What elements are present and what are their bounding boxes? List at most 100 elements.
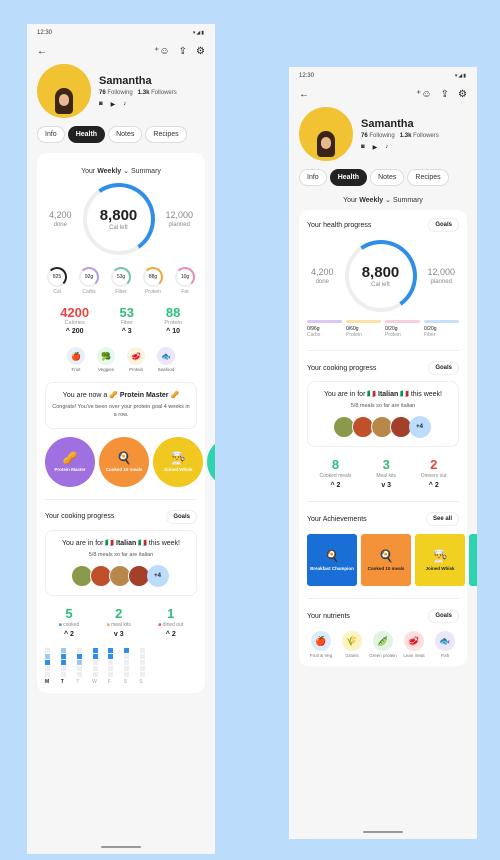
macro-bar-track: [346, 320, 381, 323]
tab-health[interactable]: Health: [67, 126, 106, 143]
back-arrow-icon[interactable]: ←: [299, 90, 309, 100]
badge-label: Joined Whisk: [163, 467, 193, 472]
cooking-stat-value: 8: [331, 457, 340, 473]
tab-info[interactable]: Info: [37, 126, 65, 143]
cooking-stat-delta: v 3: [381, 482, 392, 490]
back-arrow-icon[interactable]: ←: [37, 47, 47, 57]
nutrient-item-3[interactable]: 🥩 Lean meat: [400, 631, 428, 658]
nutrient-item-4[interactable]: 🐟 Fish: [431, 631, 459, 658]
profile-name: Samantha: [361, 117, 414, 130]
cooking-stat-label: Dinners out: [420, 473, 447, 480]
achievement-label: Cooked 10 meals: [367, 566, 405, 572]
cooking-stat-1: 3 Meal kits v 3: [376, 457, 396, 489]
tiktok-icon[interactable]: ♪: [385, 144, 388, 151]
goals-button[interactable]: Goals: [166, 509, 197, 524]
activity-cell: [108, 665, 114, 671]
share-icon[interactable]: ⇪: [179, 47, 187, 57]
activity-cell: [60, 665, 66, 671]
cooking-progress-title: Your cooking progress: [45, 513, 115, 520]
macro-bar-track: [424, 320, 459, 323]
more-meals-count[interactable]: +4: [408, 416, 431, 439]
cooking-stat-2: 1 ■ dined out ^ 2: [158, 606, 183, 638]
nutrient-label: Fruit & Veg: [309, 653, 333, 659]
add-person-icon[interactable]: ⁺☺: [416, 90, 432, 100]
profile-tabs: Info Health Notes Recipes: [27, 118, 215, 147]
activity-cell: [60, 659, 66, 665]
macro-bar-track: [307, 320, 342, 323]
cooking-stat-2: 2 Dinners out ^ 2: [421, 457, 447, 489]
period-selector[interactable]: Your Weekly ⌄ Summary: [45, 161, 197, 181]
youtube-icon[interactable]: ▶: [373, 144, 378, 151]
achievement-card[interactable]: [469, 534, 477, 587]
food-category-0[interactable]: 🍎 Fruit: [67, 347, 85, 372]
share-icon[interactable]: ⇪: [441, 90, 449, 100]
cooking-stat-text: meal kits: [111, 621, 131, 628]
badge-item[interactable]: 🍳 Cooked 10 meals: [99, 436, 149, 487]
tab-recipes[interactable]: Recipes: [407, 169, 449, 186]
add-person-icon[interactable]: ⁺☺: [154, 47, 170, 57]
tab-info[interactable]: Info: [299, 169, 327, 186]
badge-item[interactable]: [207, 436, 215, 487]
badge-item[interactable]: 🥜 Protein Master: [45, 436, 95, 487]
activity-cell: [124, 671, 130, 677]
goals-button[interactable]: Goals: [428, 609, 459, 624]
weekday-label: T: [76, 678, 80, 685]
achievement-carousel[interactable]: 🍳 Breakfast Champion 🍳 Cooked 10 meals 👨‍🍳 Jo…: [307, 526, 477, 587]
tab-notes[interactable]: Notes: [370, 169, 405, 186]
phone-left: 12:30 ▾◢▮ ← ⁺☺ ⇪ ⚙ Samantha 76 Following…: [27, 24, 215, 854]
activity-cell: [45, 671, 50, 677]
top-bar: ← ⁺☺ ⇪ ⚙: [289, 85, 477, 105]
tab-recipes[interactable]: Recipes: [145, 126, 187, 143]
weekday-label: S: [123, 678, 127, 685]
status-bar: 12:30 ▾◢▮: [27, 24, 215, 42]
activity-cell: [124, 665, 130, 671]
instagram-icon[interactable]: ◙: [99, 101, 103, 108]
nutrient-icon: 🐟: [435, 631, 455, 652]
youtube-icon[interactable]: ▶: [111, 101, 116, 108]
food-category-label: Protein: [128, 367, 144, 372]
calories-done: 4,200 done: [311, 267, 334, 285]
badge-carousel[interactable]: 🥜 Protein Master 🍳 Cooked 10 meals 👨‍🍳 Joined…: [45, 429, 215, 487]
cooking-stat-label: ■ dined out: [158, 622, 183, 628]
food-category-2[interactable]: 🥩 Protein: [127, 347, 145, 372]
activity-cell: [45, 647, 50, 653]
nutrient-label: Green protein: [369, 653, 397, 659]
calories-planned: 12,000 planned: [165, 210, 193, 228]
badge-icon: 👨‍🍳: [170, 451, 186, 465]
nutrient-icon: 🌾: [342, 631, 362, 652]
tab-health[interactable]: Health: [329, 169, 368, 186]
macro-ring-0: 825 Cal: [47, 267, 67, 295]
more-meals-count[interactable]: +4: [146, 564, 169, 587]
weekday-label: T: [60, 678, 64, 685]
instagram-icon[interactable]: ◙: [361, 144, 365, 151]
nutrient-item-2[interactable]: 🫛 Green protein: [369, 631, 397, 658]
badge-item[interactable]: 👨‍🍳 Joined Whisk: [153, 436, 203, 487]
home-indicator: [101, 846, 141, 848]
achievement-card[interactable]: 🍳 Breakfast Champion: [307, 534, 357, 587]
nutrient-item-0[interactable]: 🍎 Fruit & Veg: [307, 631, 335, 658]
settings-gear-icon[interactable]: ⚙: [458, 90, 467, 100]
food-category-1[interactable]: 🥦 Veggies: [97, 347, 115, 372]
goals-button[interactable]: Goals: [428, 361, 459, 375]
achievement-card[interactable]: 👨‍🍳 Joined Whisk: [415, 534, 465, 587]
macro-bar-label: Fiber: [424, 332, 436, 338]
achievement-card[interactable]: 🍳 Cooked 10 meals: [361, 534, 411, 587]
settings-gear-icon[interactable]: ⚙: [196, 47, 205, 57]
see-all-button[interactable]: See all: [425, 512, 459, 527]
cooking-stat-value: 5: [65, 605, 73, 621]
activity-cell: [140, 671, 146, 677]
period-selector[interactable]: Your Weekly ⌄ Summary: [289, 190, 477, 210]
badge-icon: 🍳: [116, 451, 132, 465]
goals-button[interactable]: Goals: [428, 218, 459, 232]
activity-cell: [124, 653, 130, 659]
tab-notes[interactable]: Notes: [108, 126, 143, 143]
top-bar: ← ⁺☺ ⇪ ⚙: [27, 42, 215, 62]
food-category-3[interactable]: 🐟 Seafood: [157, 347, 175, 372]
nutrient-item-1[interactable]: 🌾 Grains: [338, 631, 366, 658]
cooking-stat-delta: v 3: [113, 630, 124, 638]
weekday-label: W: [92, 678, 97, 685]
cooking-stat-1: 2 ■ meal kits v 3: [107, 606, 131, 638]
activity-cell: [76, 671, 82, 677]
tiktok-icon[interactable]: ♪: [123, 101, 126, 108]
activity-cell: [92, 665, 98, 671]
